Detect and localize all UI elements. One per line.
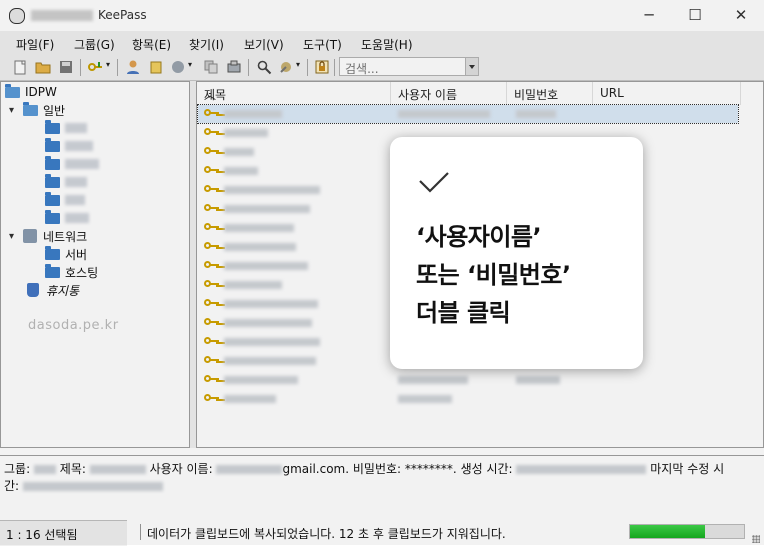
checkmark-icon [419, 172, 449, 193]
instruction-line-3: 더블 클릭 [416, 299, 511, 327]
instruction-line-1: ‘사용자이름’ [416, 223, 542, 251]
keepass-window: KeePass ─ ☐ ✕ 파일(F) 그룹(G) 항목(E) 찾기(I) 보기… [0, 0, 764, 546]
instruction-line-2: 또는 ‘비밀번호’ [416, 261, 571, 289]
overlay-dim [0, 0, 764, 545]
instruction-card: ‘사용자이름’ 또는 ‘비밀번호’ 더블 클릭 [390, 137, 643, 369]
